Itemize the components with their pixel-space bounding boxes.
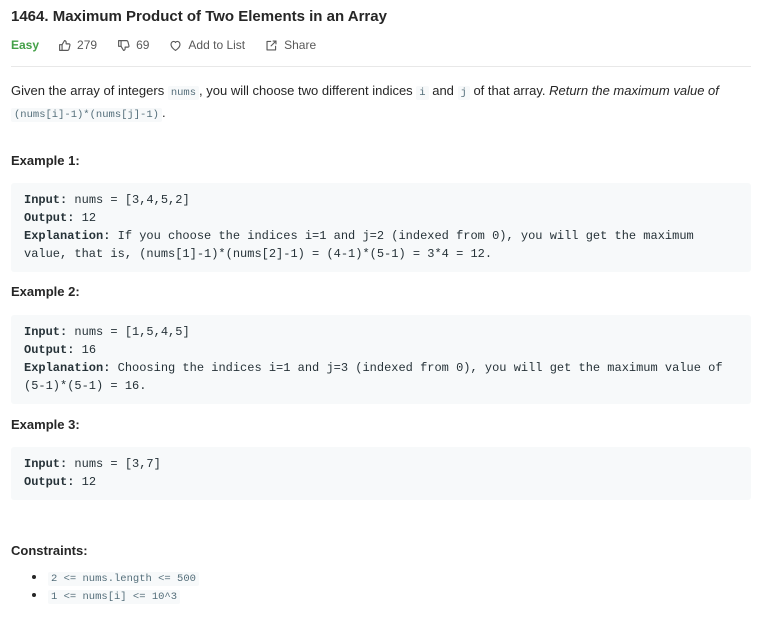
inline-code-i: i <box>416 86 429 100</box>
share-label: Share <box>284 38 317 52</box>
inline-code-expression: (nums[i]-1)*(nums[j]-1) <box>11 108 162 122</box>
statement-text: and <box>428 83 458 98</box>
output-value: 16 <box>74 343 97 357</box>
input-value: nums = [1,5,4,5] <box>67 325 190 339</box>
input-label: Input: <box>24 193 68 207</box>
explanation-value: Choosing the indices i=1 and j=3 (indexe… <box>24 361 730 393</box>
dislike-button[interactable]: 69 <box>117 38 149 52</box>
problem-meta-bar: Easy 279 69 Add to List Share <box>11 37 751 53</box>
list-item: 1 <= nums[i] <= 10^3 <box>11 586 751 604</box>
share-button[interactable]: Share <box>265 38 316 52</box>
output-label: Output: <box>24 475 75 489</box>
inline-code-nums: nums <box>167 86 200 100</box>
statement-text: , you will choose two different indices <box>199 83 417 98</box>
output-label: Output: <box>24 211 75 225</box>
difficulty-badge: Easy <box>11 38 40 52</box>
like-button[interactable]: 279 <box>58 38 97 52</box>
share-icon <box>266 39 277 51</box>
statement-text: Given the array of integers <box>11 83 168 98</box>
statement-text: of that array. <box>469 83 550 98</box>
add-to-list-label: Add to List <box>188 38 246 52</box>
example-title: Example 1: <box>11 153 80 168</box>
example-block: Input: nums = [3,4,5,2] Output: 12 Expla… <box>11 183 751 272</box>
constraints-list: 2 <= nums.length <= 500 1 <= nums[i] <= … <box>11 568 751 604</box>
problem-statement: Given the array of integers nums, you wi… <box>11 81 751 125</box>
input-value: nums = [3,4,5,2] <box>67 193 190 207</box>
constraint-code: 2 <= nums.length <= 500 <box>48 572 199 586</box>
like-count: 279 <box>77 38 98 52</box>
input-label: Input: <box>24 325 68 339</box>
example-title: Example 2: <box>11 284 80 299</box>
statement-text: . <box>161 105 166 120</box>
statement-emphasis: Return the maximum value of <box>549 83 719 98</box>
list-item: 2 <= nums.length <= 500 <box>11 568 751 586</box>
output-value: 12 <box>74 211 97 225</box>
inline-code-j: j <box>457 86 470 100</box>
header-divider <box>11 66 751 67</box>
output-value: 12 <box>74 475 97 489</box>
problem-description-panel: 1464. Maximum Product of Two Elements in… <box>0 0 761 622</box>
explanation-label: Explanation: <box>24 229 111 243</box>
output-label: Output: <box>24 343 75 357</box>
input-value: nums = [3,7] <box>67 457 161 471</box>
explanation-value: If you choose the indices i=1 and j=2 (i… <box>24 229 701 261</box>
constraints-title: Constraints: <box>11 543 88 558</box>
example-block: Input: nums = [1,5,4,5] Output: 16 Expla… <box>11 315 751 404</box>
heart-icon <box>170 40 181 51</box>
thumbs-down-icon <box>118 39 130 51</box>
problem-title: 1464. Maximum Product of Two Elements in… <box>11 8 387 25</box>
example-block: Input: nums = [3,7] Output: 12 <box>11 447 751 500</box>
dislike-count: 69 <box>136 38 150 52</box>
example-title: Example 3: <box>11 417 80 432</box>
explanation-label: Explanation: <box>24 361 111 375</box>
thumbs-up-icon <box>59 39 71 51</box>
constraint-code: 1 <= nums[i] <= 10^3 <box>48 590 181 604</box>
add-to-list-button[interactable]: Add to List <box>169 38 245 52</box>
input-label: Input: <box>24 457 68 471</box>
